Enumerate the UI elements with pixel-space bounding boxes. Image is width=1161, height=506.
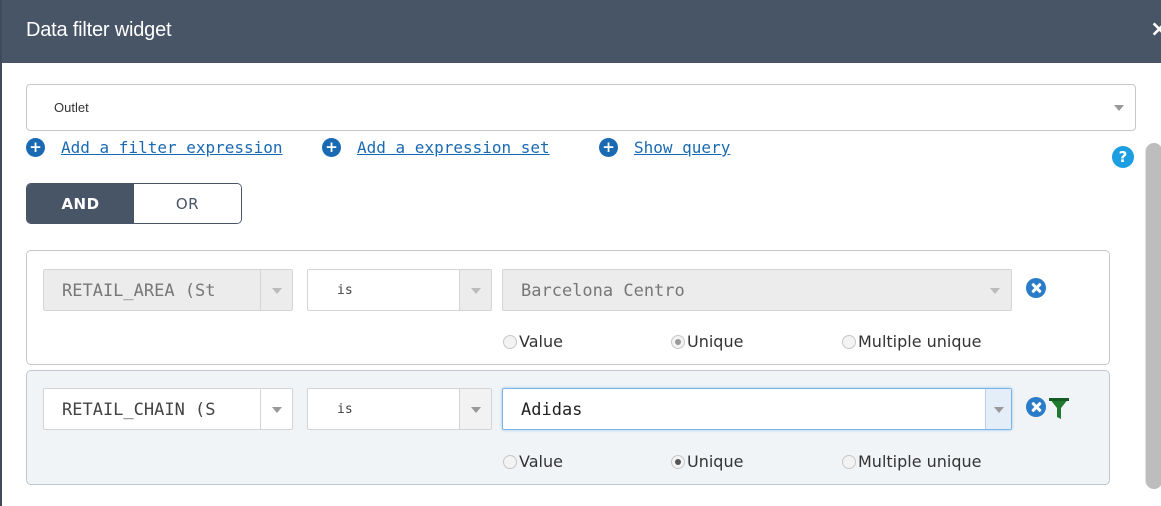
- data-filter-widget-window: Data filter widget × Outlet + Add a filt…: [0, 0, 1161, 506]
- radio-multiple-unique-dot: [842, 334, 856, 349]
- value-select-value: Barcelona Centro: [521, 281, 685, 301]
- operator-select-dropdown[interactable]: [459, 389, 491, 429]
- operator-select-value: is: [337, 402, 353, 417]
- radio-unique-dot: [671, 334, 685, 349]
- add-filter-expression-label: Add a filter expression: [61, 138, 283, 157]
- radio-value[interactable]: Value: [503, 452, 563, 471]
- radio-value-label: Value: [519, 452, 563, 471]
- radio-multiple-unique-label: Multiple unique: [858, 452, 982, 471]
- chevron-down-icon: [990, 288, 1000, 294]
- value-select[interactable]: Barcelona Centro: [502, 269, 1012, 311]
- operator-select[interactable]: is: [307, 388, 492, 430]
- chevron-down-icon: [272, 407, 282, 413]
- radio-value[interactable]: Value: [503, 332, 563, 351]
- filter-expression-row: RETAIL_CHAIN (S is Adidas Value Unique M…: [26, 370, 1110, 485]
- value-select[interactable]: Adidas: [502, 388, 1012, 430]
- chevron-down-icon: [994, 407, 1004, 413]
- filter-funnel-icon[interactable]: [1048, 395, 1070, 421]
- operator-select-value: is: [337, 283, 353, 298]
- radio-unique-label: Unique: [687, 332, 744, 351]
- radio-multiple-unique-dot: [842, 454, 856, 469]
- value-select-dropdown[interactable]: [985, 389, 1011, 429]
- chevron-down-icon: [471, 407, 481, 413]
- filter-expression-row: RETAIL_AREA (St is Barcelona Centro Valu…: [26, 250, 1110, 365]
- layer-select[interactable]: Outlet: [26, 84, 1136, 131]
- field-select-dropdown[interactable]: [260, 389, 292, 429]
- add-expression-set-link[interactable]: + Add a expression set: [322, 138, 550, 157]
- value-select-value: Adidas: [521, 400, 583, 420]
- radio-unique-label: Unique: [687, 452, 744, 471]
- radio-value-label: Value: [519, 332, 563, 351]
- scrollbar-thumb[interactable]: [1146, 143, 1161, 489]
- add-filter-expression-link[interactable]: + Add a filter expression: [26, 138, 283, 157]
- or-button[interactable]: OR: [134, 184, 241, 223]
- window-titlebar[interactable]: Data filter widget ×: [2, 0, 1161, 63]
- field-select-value: RETAIL_AREA (St: [62, 281, 216, 301]
- show-query-label: Show query: [634, 138, 731, 157]
- radio-value-dot: [503, 334, 517, 349]
- plus-circle-icon: +: [599, 138, 618, 157]
- layer-select-value: Outlet: [54, 100, 89, 115]
- and-button[interactable]: AND: [27, 184, 134, 223]
- remove-expression-icon[interactable]: [1026, 278, 1046, 298]
- radio-unique-dot: [671, 454, 685, 469]
- field-select-value: RETAIL_CHAIN (S: [62, 400, 216, 420]
- operator-select[interactable]: is: [307, 269, 492, 311]
- field-select-dropdown[interactable]: [260, 270, 292, 310]
- radio-multiple-unique[interactable]: Multiple unique: [842, 452, 982, 471]
- close-icon[interactable]: ×: [1150, 19, 1161, 41]
- vertical-scrollbar[interactable]: [1145, 143, 1161, 489]
- radio-multiple-unique[interactable]: Multiple unique: [842, 332, 982, 351]
- chevron-down-icon: [1114, 105, 1124, 111]
- plus-circle-icon: +: [26, 138, 45, 157]
- radio-value-dot: [503, 454, 517, 469]
- plus-circle-icon: +: [322, 138, 341, 157]
- chevron-down-icon: [272, 288, 282, 294]
- window-title: Data filter widget: [26, 19, 172, 41]
- operator-select-dropdown[interactable]: [459, 270, 491, 310]
- radio-unique[interactable]: Unique: [671, 452, 743, 471]
- help-icon[interactable]: ?: [1112, 146, 1134, 168]
- field-select[interactable]: RETAIL_CHAIN (S: [43, 388, 293, 430]
- value-select-dropdown[interactable]: [979, 270, 1011, 310]
- field-select[interactable]: RETAIL_AREA (St: [43, 269, 293, 311]
- show-query-link[interactable]: + Show query: [599, 138, 730, 157]
- radio-unique[interactable]: Unique: [671, 332, 743, 351]
- and-or-toggle: AND OR: [26, 183, 242, 224]
- chevron-down-icon: [471, 288, 481, 294]
- radio-multiple-unique-label: Multiple unique: [858, 332, 982, 351]
- add-expression-set-label: Add a expression set: [357, 138, 550, 157]
- remove-expression-icon[interactable]: [1026, 397, 1046, 417]
